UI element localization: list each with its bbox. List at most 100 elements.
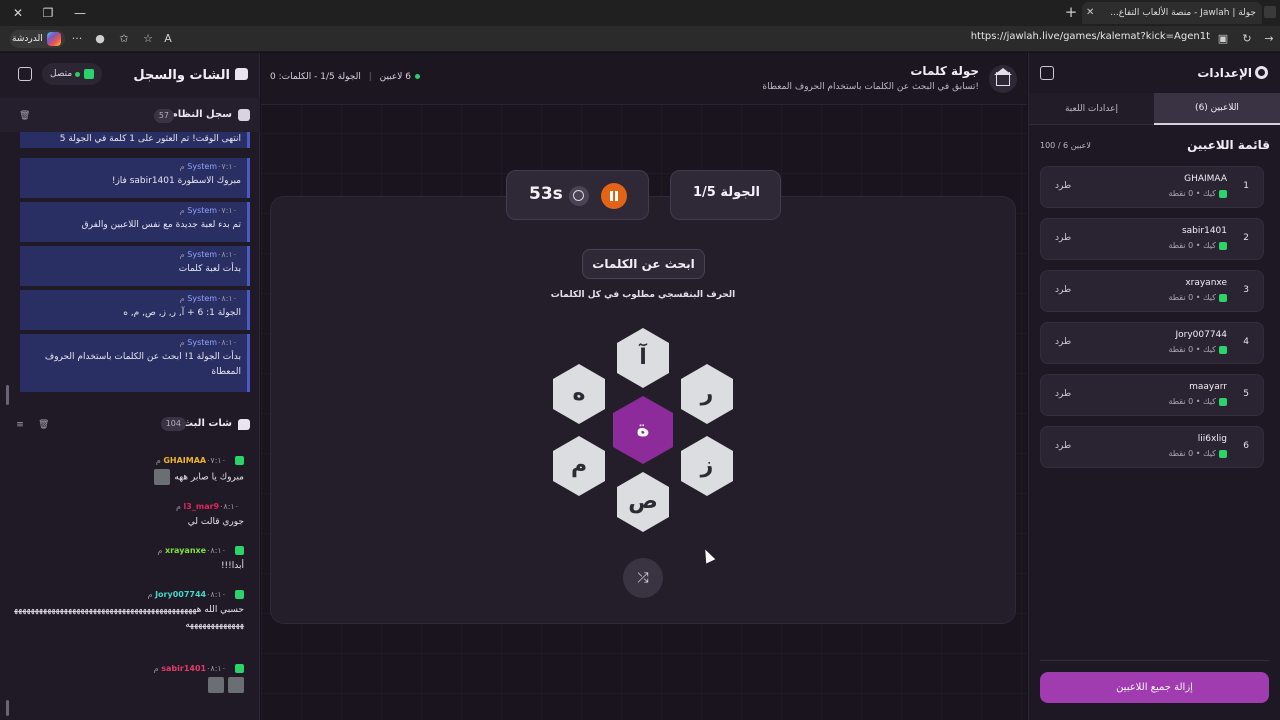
kick-player-button[interactable]: طرد (1055, 233, 1071, 243)
system-message: System٠٨:١٠ م الجولة 1: 6 + آ, ر, ز, ص, … (20, 290, 250, 330)
gear-icon (1255, 66, 1268, 79)
player-row: 2 sabir1401 كيك • 0 نقطة طرد (1040, 218, 1264, 260)
remove-all-players-button[interactable]: إزالة جميع اللاعبين (1040, 672, 1269, 703)
player-points: كيك • 0 نقطة (1168, 397, 1216, 406)
system-sender: System (187, 250, 218, 259)
close-window-icon[interactable]: ✕ (8, 4, 28, 22)
chat-username[interactable]: Jory007744 (155, 590, 206, 599)
system-message: System٠٨:١٠ م بدأت الجولة 1! ابحث عن الك… (20, 334, 250, 392)
player-points: كيك • 0 نقطة (1168, 241, 1216, 250)
players-list-title: قائمة اللاعبين (1187, 138, 1270, 152)
kick-player-button[interactable]: طرد (1055, 285, 1071, 295)
browser-tab[interactable]: ✕ جولة | Jawlah - منصة الألعاب التفاع... (1082, 2, 1262, 24)
player-info: كيك • 0 نقطة (1168, 241, 1227, 250)
read-aloud-icon[interactable]: A (160, 30, 176, 48)
copilot-button[interactable]: الدردشة (10, 30, 65, 48)
player-name: maayarr (1189, 382, 1227, 392)
connection-status-label: متصل (50, 69, 73, 79)
filter-icon[interactable]: ≡ (15, 420, 25, 430)
chat-username[interactable]: GHAIMAA (163, 456, 206, 465)
system-log-count: 57 (153, 109, 174, 123)
chat-username[interactable]: xrayanxe (165, 546, 206, 555)
system-message-meta: System٠٨:١٠ م (26, 250, 241, 259)
player-row: 4 Jory007744 كيك • 0 نقطة طرد (1040, 322, 1264, 364)
round-box: الجولة 1/5 (670, 170, 781, 220)
system-sender: System (187, 294, 218, 303)
kick-player-button[interactable]: طرد (1055, 181, 1071, 191)
new-tab-button[interactable]: + (1062, 3, 1080, 21)
online-dot-icon (415, 74, 421, 79)
timer-box: 53s (506, 170, 649, 220)
tab-favicon-icon (1264, 6, 1276, 18)
system-message-text: انتهى الوقت! تم العثور على 1 كلمة في الج… (59, 134, 241, 144)
close-tab-icon[interactable]: ✕ (1086, 2, 1094, 24)
player-number: 6 (1243, 441, 1249, 451)
live-chat-list: GHAIMAA٠٧:١٠ م مبروك يا صابر ههه l3_mar9… (0, 448, 260, 708)
chat-message: Jory007744٠٨:١٠ م حسبي الله هههههههههههه… (14, 590, 244, 633)
chat-username[interactable]: sabir1401 (161, 664, 206, 673)
lock-icon[interactable]: ▣ (1216, 30, 1230, 48)
tab-title: جولة | Jawlah - منصة الألعاب التفاع... (1110, 8, 1256, 18)
minimize-window-icon[interactable]: — (70, 4, 90, 22)
chat-message-text: جوري قالت لي (187, 517, 244, 527)
collapse-panel-icon[interactable] (18, 67, 32, 81)
refresh-icon[interactable]: ↻ (1240, 30, 1254, 48)
game-header: جولة كلمات تسابق في البحث عن الكلمات باس… (261, 53, 1027, 105)
clear-chat-icon[interactable]: 🗑 (38, 420, 49, 430)
system-log-list: انتهى الوقت! تم العثور على 1 كلمة في الج… (20, 132, 250, 394)
kick-player-button[interactable]: طرد (1055, 337, 1071, 347)
system-log-title: سجل النظام (170, 109, 232, 120)
back-icon[interactable]: → (1262, 30, 1276, 48)
copilot-icon (46, 32, 61, 46)
live-chat-count: 104 (160, 417, 186, 431)
add-favorite-icon[interactable]: ☆ (140, 30, 156, 48)
game-title: جولة كلمات (910, 64, 979, 78)
chat-message: l3_mar9٠٨:١٠ م جوري قالت لي (14, 502, 244, 530)
live-chat-header: شات البث 104 🗑 ≡ (0, 408, 260, 440)
system-message: System٠٨:١٠ م بدأت لعبة كلمات (20, 246, 250, 286)
player-info: كيك • 0 نقطة (1168, 345, 1227, 354)
settings-tabs: اللاعبين (6) إعدادات اللعبة (1029, 93, 1280, 125)
chat-message: sabir1401٠٨:١٠ م (14, 664, 244, 694)
tab-game-settings[interactable]: إعدادات اللعبة (1029, 93, 1154, 125)
clear-log-icon[interactable]: 🗑 (19, 111, 30, 121)
chat-username[interactable]: l3_mar9 (184, 502, 220, 511)
pause-button[interactable] (601, 183, 627, 209)
favorites-icon[interactable]: ✩ (116, 30, 132, 48)
player-points: كيك • 0 نقطة (1168, 189, 1216, 198)
pause-icon-bar (615, 191, 618, 201)
player-name: GHAIMAA (1184, 174, 1227, 184)
players-count: 100 / 6 لاعبين (1040, 141, 1091, 150)
player-number: 5 (1243, 389, 1249, 399)
player-points: كيك • 0 نقطة (1168, 449, 1216, 458)
system-message-text: تم بدء لعبة جديدة مع نفس اللاعبين والفرق (81, 220, 241, 230)
collapse-panel-icon[interactable] (1040, 66, 1054, 80)
live-chat-title: شات البث (183, 418, 232, 429)
profile-icon[interactable]: ● (92, 30, 108, 48)
kick-logo-icon (235, 590, 244, 599)
more-icon[interactable]: ··· (70, 30, 84, 48)
chat-message-text: حسبي الله هههههههههههههههههههههههههههههه… (14, 605, 244, 630)
connection-status-badge: متصل (42, 63, 102, 85)
game-subtitle: تسابق في البحث عن الكلمات باستخدام الحرو… (762, 82, 979, 92)
player-row: 6 lii6xlig كيك • 0 نقطة طرد (1040, 426, 1264, 468)
chat-message-meta: xrayanxe٠٨:١٠ م (14, 546, 244, 555)
system-sender: System (187, 206, 218, 215)
player-number: 2 (1243, 233, 1249, 243)
pause-icon (610, 191, 613, 201)
kick-logo-icon (235, 456, 244, 465)
system-message-text: الجولة 1: 6 + آ, ر, ز, ص, م, ه (123, 308, 241, 318)
clock-icon (569, 186, 589, 206)
kick-player-button[interactable]: طرد (1055, 441, 1071, 451)
log-scrollbar[interactable] (6, 385, 9, 405)
kick-player-button[interactable]: طرد (1055, 389, 1071, 399)
chat-message-meta: Jory007744٠٨:١٠ م (14, 590, 244, 599)
kick-logo-icon (1219, 397, 1227, 406)
player-info: كيك • 0 نقطة (1168, 189, 1227, 198)
home-button[interactable] (989, 65, 1017, 93)
shuffle-button[interactable]: ⤮ (623, 558, 663, 598)
chat-scrollbar[interactable] (6, 700, 9, 716)
restore-window-icon[interactable]: ❐ (38, 4, 58, 22)
tab-players[interactable]: اللاعبين (6) (1154, 93, 1280, 125)
url-field[interactable]: https://jawlah.live/games/kalemat?kick=A… (971, 31, 1210, 42)
